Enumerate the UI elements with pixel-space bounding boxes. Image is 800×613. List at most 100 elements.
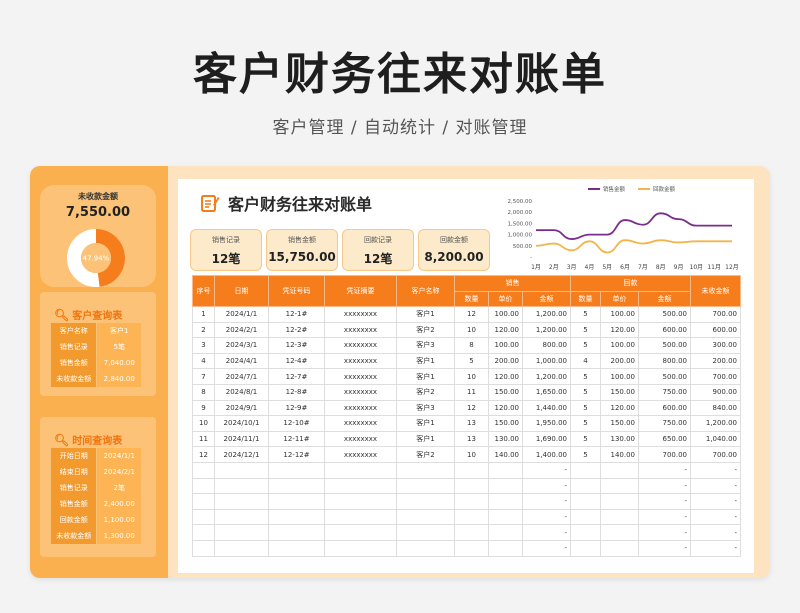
x-tick-label: 1月 xyxy=(531,264,541,271)
table-cell: 5 xyxy=(570,368,601,385)
table-cell xyxy=(488,539,523,557)
kv-value: 客户1 xyxy=(97,323,141,339)
kv-row: 销售金额 7,040.00 xyxy=(51,355,141,371)
table-cell: 12 xyxy=(454,399,489,417)
table-cell: 100.00 xyxy=(488,306,523,323)
document-icon xyxy=(201,195,220,212)
stat-payment-count: 回款记录 12笔 xyxy=(342,229,414,271)
table-row: 10 2024/10/1 12-10# xxxxxxxx 客户1 13 150.00 1,95… xyxy=(192,415,741,432)
kv-row: 未收款金额 1,300.00 xyxy=(51,528,141,544)
search-icon: 🔍︎ xyxy=(54,432,70,447)
header-payment: 回款 xyxy=(570,275,691,292)
stats-row: 销售记录 12笔 销售金额 15,750.00 回款记录 12笔 回款金额 8,… xyxy=(190,229,494,271)
table-cell: 1,200.00 xyxy=(690,415,741,432)
kv-value: 1,300.00 xyxy=(97,528,141,544)
table-cell: 2024/3/1 xyxy=(214,337,269,354)
table-cell: 客户1 xyxy=(396,430,455,448)
table-cell: 客户1 xyxy=(396,306,455,323)
stat-sales-count: 销售记录 12笔 xyxy=(190,229,262,271)
y-tick-label: 1,500.00 xyxy=(508,221,533,227)
stat-sales-amount: 销售金额 15,750.00 xyxy=(266,229,338,271)
header-voucher-no: 凭证号码 xyxy=(268,275,325,307)
table-cell xyxy=(324,508,397,526)
main-title-text: 客户财务往来对账单 xyxy=(228,195,373,214)
table-cell: 5 xyxy=(570,399,601,417)
table-cell: 10 xyxy=(454,368,489,385)
table-cell: 客户2 xyxy=(396,446,455,463)
table-cell: - xyxy=(522,539,571,557)
kv-key: 销售记录 xyxy=(51,480,97,496)
table-cell: 600.00 xyxy=(638,321,691,339)
table-cell xyxy=(454,493,489,510)
x-tick-label: 12月 xyxy=(725,264,739,271)
table-cell xyxy=(324,524,397,541)
sales-line xyxy=(536,212,732,240)
table-cell: 100.00 xyxy=(600,337,639,354)
y-tick-label: 2,500.00 xyxy=(508,199,533,205)
kv-value: 2024/1/1 xyxy=(97,448,141,464)
table-cell: 10 xyxy=(454,321,489,339)
table-cell: 10 xyxy=(192,415,215,432)
table-cell: 120.00 xyxy=(488,321,523,339)
table-row: 8 2024/8/1 12-8# xxxxxxxx 客户2 11 150.00 1,650.0… xyxy=(192,383,741,401)
kv-value: 1,100.00 xyxy=(97,512,141,528)
x-tick-label: 3月 xyxy=(567,264,577,271)
table-cell: 750.00 xyxy=(638,383,691,401)
time-query-table: 开始日期 2024/1/1 结束日期 2024/2/1 销售记录 2笔 销售金额 2,400.… xyxy=(51,448,141,544)
table-cell xyxy=(192,461,215,479)
header-payment-qty: 数量 xyxy=(570,290,601,307)
table-cell: 130.00 xyxy=(488,430,523,448)
header-voucher-summary: 凭证摘要 xyxy=(324,275,397,307)
table-cell: 12-11# xyxy=(268,430,325,448)
table-cell: 11 xyxy=(454,383,489,401)
table-cell: xxxxxxxx xyxy=(324,321,397,339)
header-sales-qty: 数量 xyxy=(454,290,489,307)
table-cell: 200.00 xyxy=(690,352,741,370)
table-cell: 12-8# xyxy=(268,383,325,401)
table-cell: 客户1 xyxy=(396,415,455,432)
table-cell xyxy=(192,524,215,541)
kv-row: 销售记录 5笔 xyxy=(51,339,141,355)
page-subtitle: 客户管理 / 自动统计 / 对账管理 xyxy=(272,118,528,138)
kv-key: 客户名称 xyxy=(51,323,97,339)
table-cell: 1,200.00 xyxy=(522,368,571,385)
search-icon: 🔍︎ xyxy=(54,307,70,322)
table-cell xyxy=(396,539,455,557)
table-cell: 8 xyxy=(454,337,489,354)
table-cell: 650.00 xyxy=(638,430,691,448)
table-cell: 10 xyxy=(454,446,489,463)
table-cell: 500.00 xyxy=(638,306,691,323)
table-cell xyxy=(214,524,269,541)
kv-row: 回款金额 1,100.00 xyxy=(51,512,141,528)
table-cell xyxy=(396,477,455,495)
summary-label: 未收款金额 xyxy=(78,192,118,201)
x-tick-label: 11月 xyxy=(707,264,721,271)
table-cell: 12-7# xyxy=(268,368,325,385)
table-cell: 3 xyxy=(192,337,215,354)
table-cell xyxy=(570,461,601,479)
y-tick-label: 2,000.00 xyxy=(508,210,533,216)
kv-value: 2024/2/1 xyxy=(97,464,141,480)
table-cell: 5 xyxy=(570,415,601,432)
table-cell: 600.00 xyxy=(638,399,691,417)
table-cell xyxy=(600,461,639,479)
kv-key: 销售金额 xyxy=(51,496,97,512)
table-cell: 5 xyxy=(570,306,601,323)
table-cell: - xyxy=(522,477,571,495)
table-cell: - xyxy=(690,493,741,510)
table-cell: 1,690.00 xyxy=(522,430,571,448)
table-cell xyxy=(454,508,489,526)
table-cell: 7 xyxy=(192,368,215,385)
table-cell xyxy=(192,508,215,526)
table-cell: xxxxxxxx xyxy=(324,337,397,354)
table-cell: 1,950.00 xyxy=(522,415,571,432)
table-cell: - xyxy=(638,539,691,557)
stat-label: 销售记录 xyxy=(212,236,240,244)
table-cell: 5 xyxy=(570,321,601,339)
table-cell: 5 xyxy=(570,383,601,401)
table-cell: 120.00 xyxy=(600,321,639,339)
table-cell: 2 xyxy=(192,321,215,339)
table-row: 12 2024/12/1 12-12# xxxxxxxx 客户2 10 140.00 1,40… xyxy=(192,446,741,463)
trend-chart: 销售金额 回款金额 2,500.00 2,000.00 1,500.00 1,000.00… xyxy=(508,185,739,271)
table-cell xyxy=(600,524,639,541)
